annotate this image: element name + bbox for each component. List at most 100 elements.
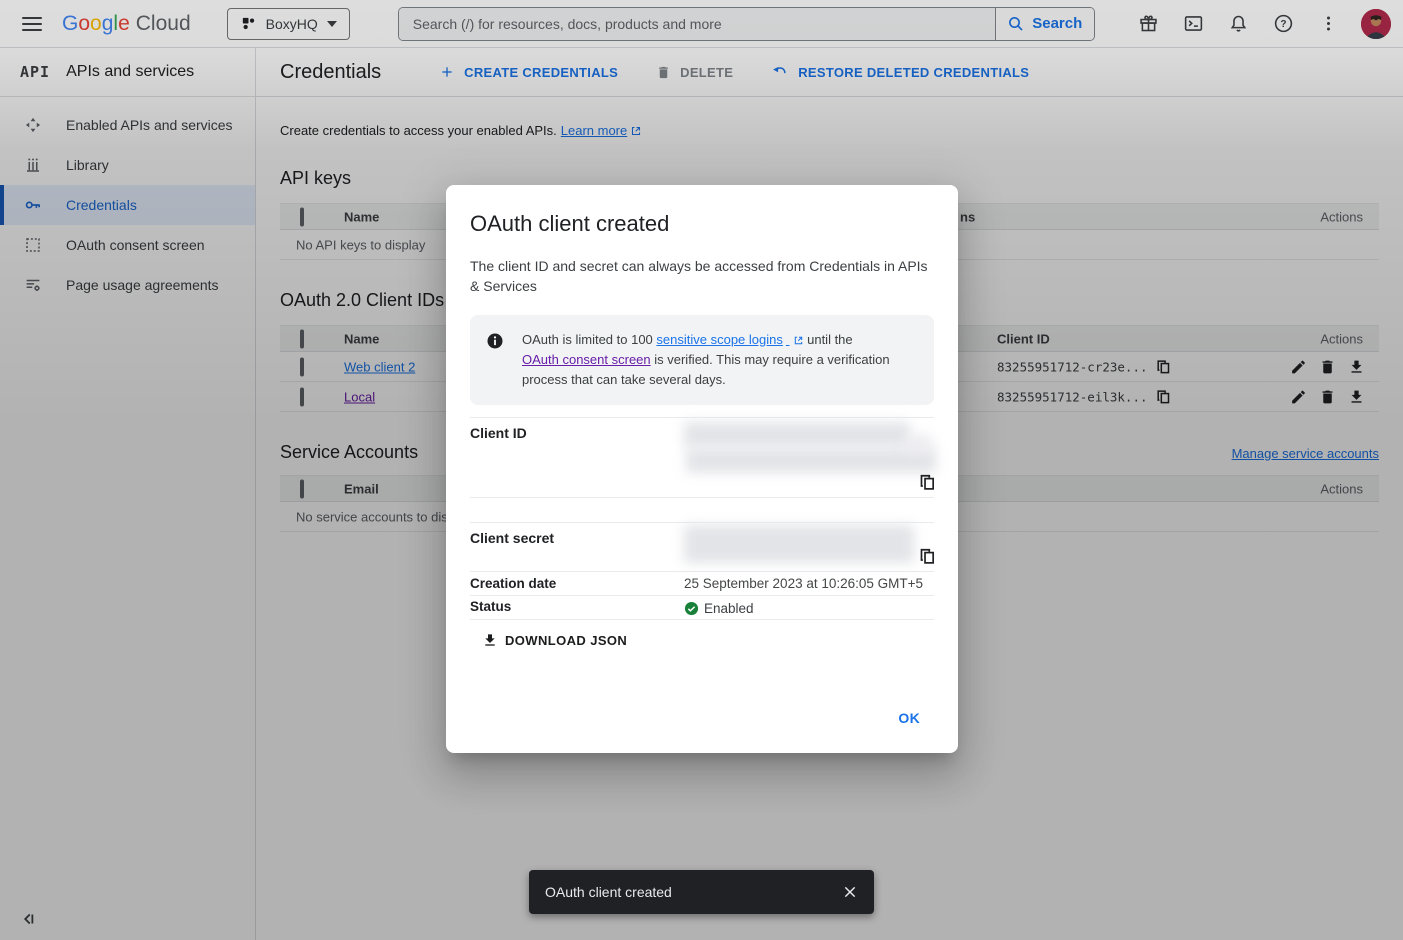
select-all-checkbox[interactable] — [300, 479, 304, 498]
search-input[interactable] — [399, 8, 995, 40]
api-product-icon: API — [20, 63, 50, 81]
dialog-subtitle: The client ID and secret can always be a… — [470, 256, 934, 296]
project-name: BoxyHQ — [266, 16, 318, 32]
cloud-logo-text: Cloud — [136, 12, 191, 36]
delete-label: DELETE — [680, 65, 733, 80]
restore-deleted-credentials-button[interactable]: RESTORE DELETED CREDENTIALS — [771, 63, 1029, 81]
redacted-blur — [905, 435, 932, 453]
edit-icon[interactable] — [1290, 358, 1307, 375]
manage-service-accounts-link[interactable]: Manage service accounts — [1232, 446, 1379, 461]
client-id-value: 83255951712-eil3k... — [997, 389, 1148, 404]
close-icon — [842, 884, 858, 900]
oauth-client-created-dialog: OAuth client created The client ID and s… — [446, 185, 958, 753]
global-search: Search — [398, 7, 1095, 41]
close-toast-button[interactable] — [832, 874, 868, 910]
search-button[interactable]: Search — [995, 8, 1094, 40]
ok-button[interactable]: OK — [884, 701, 934, 735]
redacted-blur — [684, 525, 914, 563]
dialog-title: OAuth client created — [470, 211, 934, 237]
spacer-row — [470, 497, 934, 522]
learn-more-link[interactable]: Learn more — [561, 123, 642, 138]
delete-icon[interactable] — [1319, 358, 1336, 375]
sensitive-scope-logins-link[interactable]: sensitive scope logins — [656, 330, 803, 350]
client-id-row: Client ID — [470, 417, 934, 497]
copy-icon[interactable] — [1156, 359, 1171, 374]
enabled-apis-icon — [24, 116, 42, 134]
status-text: Enabled — [704, 601, 754, 616]
topbar-actions: ? — [1128, 4, 1391, 44]
redacted-blur — [684, 422, 910, 447]
column-header-actions: Actions — [1320, 331, 1363, 346]
collapse-sidebar-button[interactable] — [20, 910, 38, 928]
notice-pre: OAuth is limited to 100 — [522, 332, 656, 347]
sidebar-item-oauth-consent[interactable]: OAuth consent screen — [0, 225, 255, 265]
terminal-icon — [1183, 13, 1204, 34]
sidebar-item-label: Credentials — [66, 197, 137, 213]
download-icon[interactable] — [1348, 358, 1365, 375]
download-json-label: DOWNLOAD JSON — [505, 633, 627, 648]
menu-button[interactable] — [12, 4, 52, 44]
client-name-link[interactable]: Web client 2 — [344, 359, 415, 374]
sidebar-item-page-usage[interactable]: Page usage agreements — [0, 265, 255, 305]
help-button[interactable]: ? — [1263, 4, 1303, 44]
column-header-client-id: Client ID — [997, 331, 1050, 346]
copy-icon[interactable] — [919, 548, 936, 565]
plus-icon — [439, 64, 455, 80]
chevron-down-icon — [327, 21, 337, 27]
client-id-value-redacted — [684, 418, 934, 497]
sidebar-item-label: OAuth consent screen — [66, 237, 205, 253]
client-secret-row: Client secret — [470, 522, 934, 571]
page-header: Credentials CREATE CREDENTIALS DELETE — [256, 48, 1403, 97]
verification-notice: OAuth is limited to 100 sensitive scope … — [470, 315, 934, 405]
oauth-consent-screen-link[interactable]: OAuth consent screen — [522, 350, 651, 370]
download-json-button[interactable]: DOWNLOAD JSON — [482, 632, 627, 648]
check-circle-icon — [684, 601, 699, 616]
top-bar: Google Cloud BoxyHQ Search — [0, 0, 1403, 48]
creation-date-label: Creation date — [470, 572, 684, 595]
select-all-checkbox[interactable] — [300, 329, 304, 348]
dialog-footer: OK — [470, 701, 934, 735]
download-icon[interactable] — [1348, 388, 1365, 405]
dialog-fields: Client ID Client secret — [470, 417, 934, 648]
column-header-name: Name — [344, 209, 379, 224]
project-picker-button[interactable]: BoxyHQ — [227, 8, 350, 40]
sidebar: API APIs and services Enabled APIs and s… — [0, 48, 256, 940]
google-cloud-logo[interactable]: Google Cloud — [62, 12, 191, 36]
gift-icon — [1138, 13, 1159, 34]
restore-label: RESTORE DELETED CREDENTIALS — [798, 65, 1029, 80]
row-checkbox[interactable] — [300, 357, 304, 376]
row-checkbox[interactable] — [300, 387, 304, 406]
create-credentials-button[interactable]: CREATE CREDENTIALS — [439, 64, 618, 80]
redacted-blur — [686, 448, 936, 473]
project-logo-icon — [240, 15, 257, 32]
avatar[interactable] — [1361, 9, 1391, 39]
empty-state-text: No API keys to display — [296, 237, 425, 252]
delete-button[interactable]: DELETE — [656, 65, 733, 80]
intro-sentence: Create credentials to access your enable… — [280, 123, 557, 138]
sidebar-item-credentials[interactable]: Credentials — [0, 185, 255, 225]
search-icon — [1007, 15, 1025, 33]
create-credentials-label: CREATE CREDENTIALS — [464, 65, 618, 80]
snackbar-toast: OAuth client created — [529, 870, 874, 914]
delete-icon[interactable] — [1319, 388, 1336, 405]
notifications-button[interactable] — [1218, 4, 1258, 44]
column-header-name: Name — [344, 331, 379, 346]
search-button-label: Search — [1032, 15, 1082, 32]
column-header-actions: Actions — [1320, 481, 1363, 496]
status-value: Enabled — [684, 596, 934, 619]
learn-more-label: Learn more — [561, 123, 627, 138]
cloud-shell-button[interactable] — [1173, 4, 1213, 44]
agreements-icon — [24, 276, 42, 294]
copy-icon[interactable] — [1156, 389, 1171, 404]
gifts-button[interactable] — [1128, 4, 1168, 44]
sidebar-item-enabled-apis[interactable]: Enabled APIs and services — [0, 105, 255, 145]
google-logo-text: Google — [62, 12, 130, 36]
toast-message: OAuth client created — [545, 884, 672, 900]
edit-icon[interactable] — [1290, 388, 1307, 405]
client-name-link[interactable]: Local — [344, 389, 375, 404]
sidebar-item-library[interactable]: Library — [0, 145, 255, 185]
sidebar-title: APIs and services — [66, 63, 194, 81]
copy-icon[interactable] — [919, 474, 936, 491]
select-all-checkbox[interactable] — [300, 207, 304, 226]
overflow-menu-button[interactable] — [1308, 4, 1348, 44]
